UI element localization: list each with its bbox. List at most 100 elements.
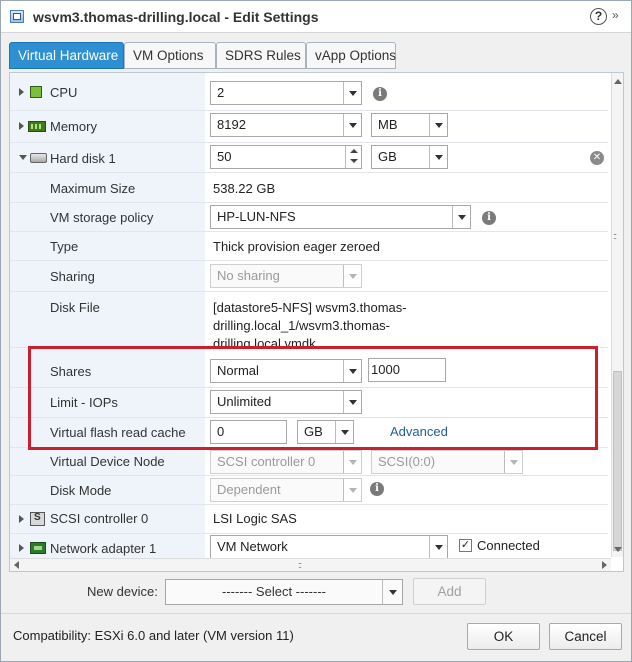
hard-disk-unit-select[interactable]: GB bbox=[371, 145, 448, 169]
sharing-label: Sharing bbox=[50, 269, 95, 284]
type-row: Type Thick provision eager zeroed bbox=[10, 232, 608, 261]
disk-file-line: drilling.local_1/wsvm3.thomas- bbox=[213, 318, 391, 333]
stepper-icon[interactable] bbox=[345, 146, 361, 168]
memory-unit-value: MB bbox=[378, 117, 398, 132]
chevron-down-icon bbox=[504, 451, 522, 473]
horizontal-scrollbar[interactable]: :: bbox=[10, 558, 611, 571]
storage-policy-value: HP-LUN-NFS bbox=[217, 209, 296, 224]
tab-vapp-options[interactable]: vApp Options bbox=[306, 42, 396, 69]
tab-sdrs-rules[interactable]: SDRS Rules bbox=[216, 42, 306, 69]
memory-input[interactable]: 8192 bbox=[210, 113, 362, 137]
remove-icon[interactable]: ✕ bbox=[590, 151, 604, 165]
ok-button[interactable]: OK bbox=[467, 623, 540, 650]
shares-number-input[interactable]: 1000 bbox=[368, 358, 446, 382]
resize-grip-icon[interactable]: :: bbox=[298, 561, 302, 570]
hard-disk-size-input[interactable]: 50 bbox=[210, 145, 362, 169]
tab-virtual-hardware[interactable]: Virtual Hardware bbox=[9, 42, 124, 69]
hard-disk-icon bbox=[30, 153, 47, 163]
sharing-value: No sharing bbox=[217, 268, 280, 283]
chevron-down-icon bbox=[343, 479, 361, 501]
storage-policy-select[interactable]: HP-LUN-NFS bbox=[210, 205, 471, 229]
chevron-down-icon[interactable] bbox=[343, 360, 361, 382]
disk-file-line: [datastore5-NFS] wsvm3.thomas- bbox=[213, 300, 407, 315]
network-adapter-icon bbox=[30, 542, 46, 554]
disk-mode-row: Disk Mode Dependent i bbox=[10, 476, 608, 505]
memory-label: Memory bbox=[50, 119, 97, 134]
tab-vm-options[interactable]: VM Options bbox=[124, 42, 216, 69]
disk-file-line: drilling.local.vmdk bbox=[213, 336, 316, 348]
cpu-select[interactable]: 2 bbox=[210, 81, 362, 105]
chevron-down-icon[interactable] bbox=[429, 114, 447, 136]
flash-cache-input[interactable]: 0 bbox=[210, 420, 287, 444]
scroll-right-icon[interactable] bbox=[602, 561, 607, 569]
network-select[interactable]: VM Network bbox=[210, 535, 448, 559]
expand-caret-icon[interactable] bbox=[19, 544, 24, 552]
footer-divider bbox=[1, 613, 631, 614]
disk-mode-select: Dependent bbox=[210, 478, 362, 502]
memory-icon bbox=[28, 121, 46, 132]
shares-select[interactable]: Normal bbox=[210, 359, 362, 383]
hardware-list: CPU 2 i Memory 8192 MB Hard disk 1 50 GB… bbox=[9, 72, 624, 572]
storage-policy-label: VM storage policy bbox=[50, 210, 154, 225]
device-node-row: Virtual Device Node SCSI controller 0 SC… bbox=[10, 448, 608, 476]
flash-cache-unit-value: GB bbox=[304, 424, 323, 439]
scroll-up-icon[interactable] bbox=[614, 79, 622, 84]
flash-cache-unit-select[interactable]: GB bbox=[297, 420, 354, 444]
chevron-down-icon[interactable] bbox=[343, 391, 361, 413]
scsi-controller-label: SCSI controller 0 bbox=[50, 511, 149, 526]
new-device-select[interactable]: ------- Select ------- bbox=[165, 579, 403, 605]
advanced-link[interactable]: Advanced bbox=[390, 424, 448, 439]
memory-row: Memory 8192 MB bbox=[10, 111, 608, 143]
max-size-value: 538.22 GB bbox=[213, 181, 276, 196]
memory-input-value: 8192 bbox=[217, 117, 246, 132]
chevron-down-icon[interactable] bbox=[343, 82, 361, 104]
limit-iops-row: Limit - IOPs Unlimited bbox=[10, 388, 608, 418]
chevron-down-icon[interactable] bbox=[429, 146, 447, 168]
limit-iops-value: Unlimited bbox=[217, 394, 272, 409]
expand-caret-icon[interactable] bbox=[19, 88, 24, 96]
hard-disk-size-value: 50 bbox=[217, 149, 232, 164]
memory-unit-select[interactable]: MB bbox=[371, 113, 448, 137]
cpu-row: CPU 2 i bbox=[10, 73, 608, 111]
chevron-down-icon[interactable] bbox=[429, 536, 447, 558]
chevron-down-icon[interactable] bbox=[343, 114, 361, 136]
device-node-slot-value: SCSI(0:0) bbox=[378, 454, 436, 469]
help-icon[interactable]: ? bbox=[590, 8, 607, 25]
connected-label: Connected bbox=[477, 538, 540, 553]
hard-disk-label: Hard disk 1 bbox=[50, 151, 116, 166]
hard-disk-unit-value: GB bbox=[378, 149, 397, 164]
add-button[interactable]: Add bbox=[413, 578, 486, 605]
connected-checkbox[interactable]: ✓ bbox=[459, 539, 472, 552]
title-bar: wsvm3.thomas-drilling.local - Edit Setti… bbox=[1, 1, 631, 33]
resize-grip-icon[interactable]: :: bbox=[613, 232, 617, 241]
shares-label: Shares bbox=[50, 364, 92, 379]
vertical-scrollbar[interactable] bbox=[611, 73, 623, 557]
shares-number-value: 1000 bbox=[371, 362, 400, 377]
info-icon[interactable]: i bbox=[373, 87, 387, 101]
chevron-down-icon[interactable] bbox=[382, 580, 402, 604]
limit-iops-select[interactable]: Unlimited bbox=[210, 390, 362, 414]
cancel-button[interactable]: Cancel bbox=[549, 623, 622, 650]
flash-cache-label: Virtual flash read cache bbox=[50, 425, 186, 440]
compatibility-text: Compatibility: ESXi 6.0 and later (VM ve… bbox=[13, 628, 294, 643]
expand-icon[interactable]: » bbox=[612, 8, 618, 22]
flash-cache-row: Virtual flash read cache 0 GB Advanced bbox=[10, 418, 608, 448]
hard-disk-row: Hard disk 1 50 GB ✕ bbox=[10, 143, 608, 173]
collapse-caret-icon[interactable] bbox=[19, 155, 27, 160]
expand-caret-icon[interactable] bbox=[19, 515, 24, 523]
scroll-thumb[interactable] bbox=[613, 371, 622, 551]
sharing-row: Sharing No sharing bbox=[10, 261, 608, 292]
info-icon[interactable]: i bbox=[370, 482, 384, 496]
scsi-controller-value: LSI Logic SAS bbox=[213, 511, 297, 526]
disk-file-label: Disk File bbox=[50, 300, 100, 315]
scsi-controller-row: SCSI controller 0 LSI Logic SAS bbox=[10, 505, 608, 534]
new-device-label: New device: bbox=[87, 584, 158, 599]
chevron-down-icon[interactable] bbox=[452, 206, 470, 228]
scroll-down-icon[interactable] bbox=[614, 547, 622, 552]
disk-file-row: Disk File [datastore5-NFS] wsvm3.thomas-… bbox=[10, 292, 608, 348]
scroll-left-icon[interactable] bbox=[14, 561, 19, 569]
chevron-down-icon[interactable] bbox=[335, 421, 353, 443]
info-icon[interactable]: i bbox=[482, 211, 496, 225]
cpu-select-value: 2 bbox=[217, 85, 225, 100]
expand-caret-icon[interactable] bbox=[19, 122, 24, 130]
